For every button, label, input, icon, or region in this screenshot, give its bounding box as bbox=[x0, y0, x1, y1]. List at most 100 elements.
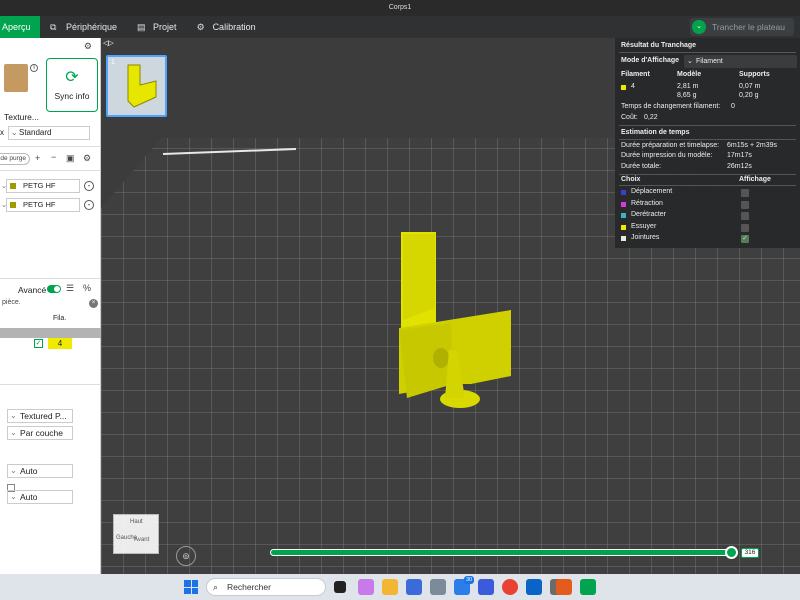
taskbar-search[interactable]: ⌕ Rechercher bbox=[206, 578, 326, 596]
camera-reset-icon[interactable]: ⊚ bbox=[176, 546, 196, 566]
gear-icon[interactable]: ⚙ bbox=[83, 153, 91, 164]
wipe-color-swatch bbox=[621, 225, 626, 230]
sync-info-button[interactable]: ⟳ Sync info bbox=[46, 58, 98, 112]
bambu-studio-icon[interactable] bbox=[580, 579, 596, 595]
outlook-icon[interactable] bbox=[526, 579, 542, 595]
advanced-label: Avancé bbox=[18, 285, 47, 295]
taskbar-search-placeholder: Rechercher bbox=[227, 582, 271, 592]
sequence-select[interactable]: ⌄ Par couche bbox=[7, 426, 73, 440]
travel-color-swatch bbox=[621, 190, 626, 195]
model-hole bbox=[433, 348, 449, 368]
object-filament-number[interactable]: 4 bbox=[48, 338, 72, 349]
legend-retraction: Rétraction bbox=[631, 200, 663, 207]
remove-icon[interactable]: − bbox=[51, 152, 56, 162]
change-time-value: 0 bbox=[731, 103, 735, 110]
process-preset-select[interactable]: ⌄ Standard bbox=[8, 126, 90, 140]
layer-slider-handle[interactable] bbox=[725, 546, 738, 559]
add-icon[interactable]: + bbox=[35, 153, 40, 163]
filament-number: 4 bbox=[631, 83, 635, 90]
app-icon[interactable] bbox=[478, 579, 494, 595]
cost-value: 0,22 bbox=[644, 114, 658, 121]
seams-visibility-checkbox[interactable]: ✓ bbox=[741, 235, 749, 243]
store-icon[interactable] bbox=[406, 579, 422, 595]
object-search-text: pièce. bbox=[2, 299, 21, 306]
cost-label: Coût: bbox=[621, 114, 638, 121]
plate-thumbnail[interactable]: 1 bbox=[106, 55, 167, 117]
tab-project-label: Projet bbox=[153, 22, 177, 32]
object-group-row[interactable] bbox=[0, 328, 101, 338]
deretraction-visibility-checkbox[interactable] bbox=[741, 212, 749, 220]
chevron-down-icon: ⌄ bbox=[10, 428, 17, 437]
copilot-icon[interactable] bbox=[358, 579, 374, 595]
list-icon[interactable]: ☰ bbox=[66, 283, 74, 294]
object-row[interactable]: ✓ 4 bbox=[0, 338, 101, 350]
filament-color-swatch bbox=[10, 202, 16, 208]
sequence-value: Par couche bbox=[20, 428, 63, 438]
chevron-down-icon[interactable]: ⌄ bbox=[692, 20, 706, 34]
display-mode-value: Filament bbox=[696, 58, 723, 65]
windows-start-icon[interactable] bbox=[184, 580, 198, 594]
retraction-visibility-checkbox[interactable] bbox=[741, 201, 749, 209]
clear-icon[interactable]: × bbox=[89, 299, 98, 308]
collapse-icon[interactable]: ◁▷ bbox=[103, 39, 114, 47]
total-time-value: 26m12s bbox=[727, 163, 752, 170]
prep-time-value: 6m15s + 2m39s bbox=[727, 142, 777, 149]
seams-color-swatch bbox=[621, 236, 626, 241]
layer-value-badge: 316 bbox=[741, 548, 759, 558]
texture-plate-image bbox=[4, 64, 28, 92]
filament-slot-1[interactable]: ⌄ PETG HF bbox=[1, 179, 80, 193]
prep-time-label: Durée préparation et timelapse: bbox=[621, 142, 720, 149]
search-icon: ⌕ bbox=[213, 582, 219, 592]
calibration-icon: ⚙ bbox=[196, 22, 205, 32]
printer-app-icon[interactable] bbox=[556, 579, 572, 595]
fila-column-header: Fila. bbox=[53, 315, 67, 322]
filament-slot-2[interactable]: ⌄ PETG HF bbox=[1, 198, 80, 212]
plate-type-value: Textured P... bbox=[20, 411, 67, 421]
advanced-toggle[interactable] bbox=[47, 285, 61, 293]
tab-device-label: Périphérique bbox=[66, 22, 118, 32]
print-time-value: 17m17s bbox=[727, 152, 752, 159]
wipe-visibility-checkbox[interactable] bbox=[741, 224, 749, 232]
display-mode-label: Mode d'Affichage bbox=[621, 57, 680, 64]
chrome-icon[interactable] bbox=[502, 579, 518, 595]
auto-select-1-value: Auto bbox=[20, 466, 38, 476]
texture-plate-card[interactable]: i Texture... bbox=[0, 56, 44, 124]
time-estimate-title: Estimation de temps bbox=[621, 129, 690, 136]
object-search[interactable]: pièce. × bbox=[0, 299, 101, 311]
legend-seams: Jointures bbox=[631, 234, 660, 241]
travel-visibility-checkbox[interactable] bbox=[741, 189, 749, 197]
info-icon[interactable]: i bbox=[30, 64, 38, 72]
task-view-icon[interactable] bbox=[334, 581, 346, 593]
window-title: Corps1 bbox=[0, 0, 800, 16]
print-time-label: Durée impression du modèle: bbox=[621, 152, 713, 159]
view-cube[interactable]: Haut Avant Gauche bbox=[113, 514, 159, 554]
checkbox-icon[interactable]: ✓ bbox=[34, 339, 43, 348]
slice-plate-label: Trancher le plateau bbox=[712, 22, 785, 32]
change-time-label: Temps de changement filament: bbox=[621, 103, 721, 110]
file-explorer-icon[interactable] bbox=[382, 579, 398, 595]
slice-plate-button[interactable]: ⌄ Trancher le plateau bbox=[690, 18, 794, 36]
layer-slider[interactable] bbox=[270, 546, 740, 560]
remove-filament-icon[interactable]: - bbox=[84, 200, 94, 210]
remove-filament-icon[interactable]: - bbox=[84, 181, 94, 191]
calculator-icon[interactable] bbox=[430, 579, 446, 595]
tab-project[interactable]: ▤ Projet bbox=[127, 16, 187, 38]
project-icon: ▤ bbox=[137, 22, 146, 32]
model-column-header: Modèle bbox=[677, 71, 702, 78]
auto-select-1[interactable]: ⌄ Auto bbox=[7, 464, 73, 478]
gear-icon[interactable]: ⚙ bbox=[84, 41, 92, 52]
sync-filament-icon[interactable]: ▣ bbox=[66, 153, 75, 164]
tab-preview[interactable]: Aperçu bbox=[0, 16, 40, 38]
purge-button[interactable]: de purge bbox=[0, 153, 30, 165]
layer-slider-track[interactable] bbox=[270, 549, 732, 556]
chevron-down-icon: ⌄ bbox=[10, 466, 17, 475]
tab-device[interactable]: ⧉ Périphérique bbox=[40, 16, 127, 38]
percent-icon[interactable]: % bbox=[83, 283, 91, 293]
tab-calibration[interactable]: ⚙ Calibration bbox=[187, 16, 266, 38]
display-mode-select[interactable]: ⌄ Filament bbox=[684, 55, 797, 68]
plate-number: 1 bbox=[111, 59, 115, 66]
auto-select-2[interactable]: ⌄ Auto bbox=[7, 490, 73, 504]
divider bbox=[619, 52, 796, 53]
filament-slot-2-label: PETG HF bbox=[23, 200, 56, 209]
plate-type-select[interactable]: ⌄ Textured P... bbox=[7, 409, 73, 423]
